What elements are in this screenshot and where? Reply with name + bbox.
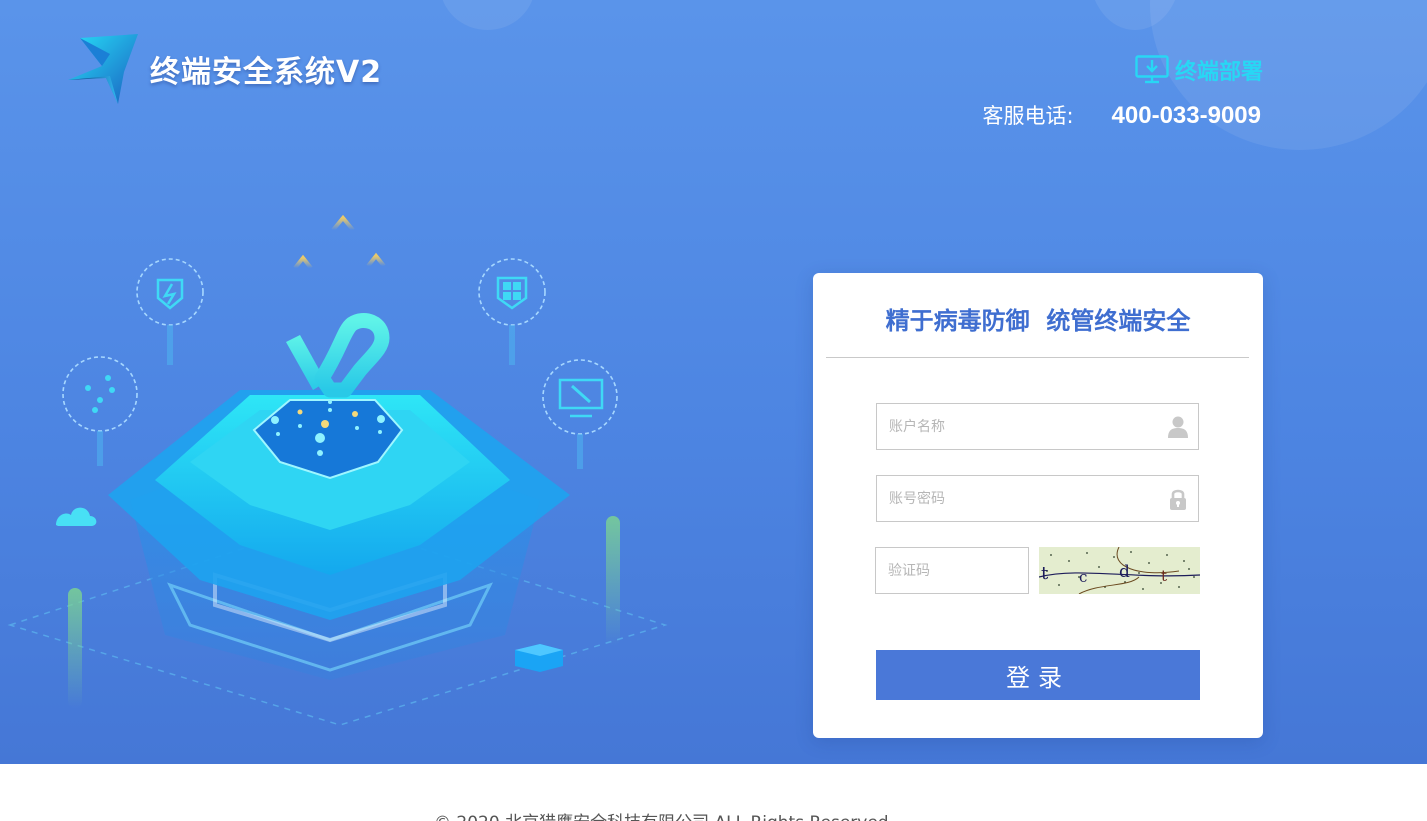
svg-text:t: t <box>1161 567 1167 585</box>
monitor-download-icon <box>1135 55 1169 84</box>
deploy-label[interactable]: 终端部署 <box>1175 54 1263 86</box>
password-field[interactable] <box>876 475 1199 522</box>
login-slogan: 精于病毒防御 统管终端安全 <box>885 307 1191 335</box>
login-button[interactable]: 登录 <box>876 650 1200 700</box>
decor-bubble <box>440 0 535 30</box>
captcha-picture: t c d t <box>1039 547 1200 594</box>
lock-icon <box>1158 476 1198 521</box>
bird-logo-icon <box>68 34 138 104</box>
copyright-text: © 2020 北京猎鹰安全科技有限公司 ALL Rights Reserved <box>434 808 889 821</box>
login-card: 精于病毒防御 统管终端安全 账户名称 验证码 t c d t 登录 <box>813 273 1263 738</box>
svg-text:c: c <box>1079 568 1087 586</box>
username-input[interactable] <box>877 404 1158 449</box>
security-illustration <box>7 214 668 726</box>
hotline-number: 400-033-9009 <box>1111 102 1261 129</box>
captcha-input[interactable] <box>876 548 1062 593</box>
hero-background: 终端安全系统V2 终端部署 客服电话: 400-033-9009 精于病毒防御 … <box>0 0 1427 764</box>
footer: © 2020 北京猎鹰安全科技有限公司 ALL Rights Reserved <box>0 764 1427 821</box>
divider <box>826 357 1249 358</box>
password-input[interactable] <box>877 476 1158 521</box>
captcha-image[interactable]: t c d t <box>1039 547 1200 594</box>
logo: 终端安全系统V2 <box>66 32 382 106</box>
user-icon <box>1158 404 1198 449</box>
logo-text: 终端安全系统V2 <box>150 55 383 90</box>
username-field[interactable] <box>876 403 1199 450</box>
hotline-label: 客服电话: <box>982 104 1074 128</box>
svg-text:t: t <box>1041 563 1049 584</box>
hotline: 客服电话: 400-033-9009 <box>982 100 1261 130</box>
svg-text:d: d <box>1119 562 1130 582</box>
deploy-link[interactable]: 终端部署 <box>1135 54 1263 86</box>
captcha-field[interactable] <box>875 547 1062 594</box>
